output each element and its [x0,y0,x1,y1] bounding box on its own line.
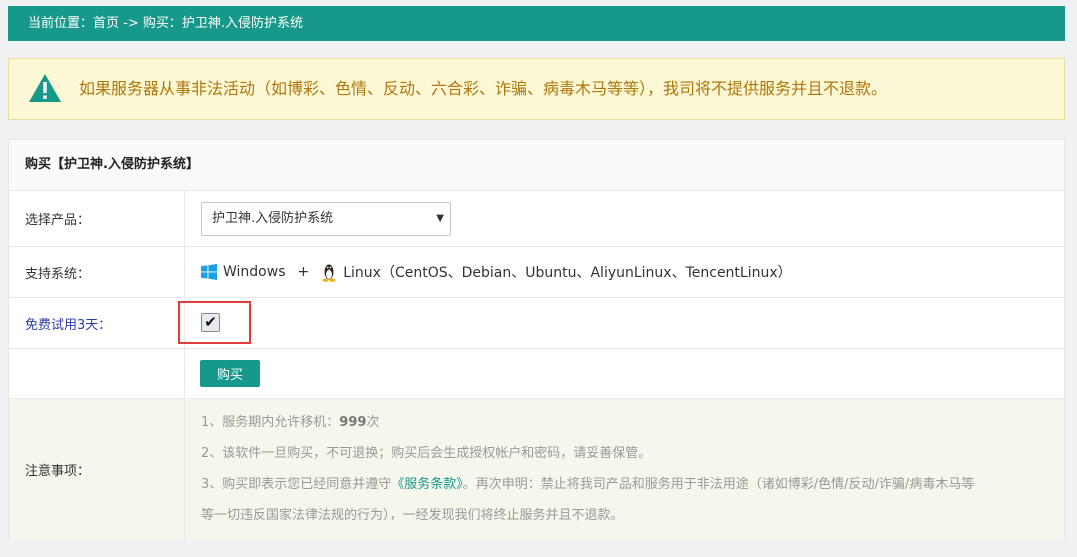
breadcrumb: 当前位置：首页 -> 购买：护卫神.入侵防护系统 [8,6,1065,41]
warning-text: 如果服务器从事非法活动（如博彩、色情、反动、六合彩、诈骗、病毒木马等等），我司将… [79,79,888,98]
note-1: 1、服务期内允许移机：999次 [201,415,380,430]
buy-row-label [9,349,185,398]
trial-label: 免费试用3天： [9,298,185,348]
warning-banner: 如果服务器从事非法活动（如博彩、色情、反动、六合彩、诈骗、病毒木马等等），我司将… [8,58,1065,120]
linux-tux-icon [322,264,336,282]
note-3: 3、购买即表示您已经同意并遵守《服务条款》。再次申明：禁止将我司产品和服务用于非… [201,477,975,492]
purchase-panel: 购买【护卫神.入侵防护系统】 选择产品： 护卫神.入侵防护系统 ▼ 支持系统： … [8,139,1065,540]
note-2: 2、该软件一旦购买，不可退换；购买后会生成授权帐户和密码，请妥善保管。 [201,446,652,461]
breadcrumb-separator: -> [119,16,143,31]
checkmark-icon: ✔ [204,313,217,331]
plus-sign: + [297,264,310,280]
service-terms-link[interactable]: 《服务条款》 [391,477,463,492]
product-select[interactable]: 护卫神.入侵防护系统 ▼ [201,202,451,236]
breadcrumb-current: 购买：护卫神.入侵防护系统 [142,16,304,31]
product-label: 选择产品： [9,191,185,246]
windows-label: Windows [223,264,286,280]
buy-row: 购买 [9,349,1064,399]
notes-label: 注意事项： [9,399,185,540]
system-label: 支持系统： [9,247,185,297]
note-3-line2: 等一切违反国家法律法规的行为），一经发现我们将终止服务并且不退款。 [201,508,624,523]
breadcrumb-home-link[interactable]: 首页 [93,16,119,31]
system-row: 支持系统： Windows + Linux（CentOS、Debian、Ubun… [9,247,1064,298]
windows-icon [201,264,217,280]
notes-text: 1、服务期内允许移机：999次 2、该软件一旦购买，不可退换；购买后会生成授权帐… [201,407,974,531]
product-select-value: 护卫神.入侵防护系统 [212,211,334,226]
buy-button[interactable]: 购买 [200,360,260,387]
product-row: 选择产品： 护卫神.入侵防护系统 ▼ [9,191,1064,247]
notes-row: 注意事项： 1、服务期内允许移机：999次 2、该软件一旦购买，不可退换；购买后… [9,399,1064,540]
warning-triangle-icon [29,74,61,102]
trial-checkbox[interactable]: ✔ [201,313,220,332]
dropdown-arrow-icon: ▼ [436,213,444,224]
breadcrumb-prefix: 当前位置： [28,16,94,31]
panel-title: 购买【护卫神.入侵防护系统】 [9,140,1064,191]
linux-label: Linux（CentOS、Debian、Ubuntu、AliyunLinux、T… [343,265,792,281]
trial-row: 免费试用3天： ✔ [9,298,1064,349]
